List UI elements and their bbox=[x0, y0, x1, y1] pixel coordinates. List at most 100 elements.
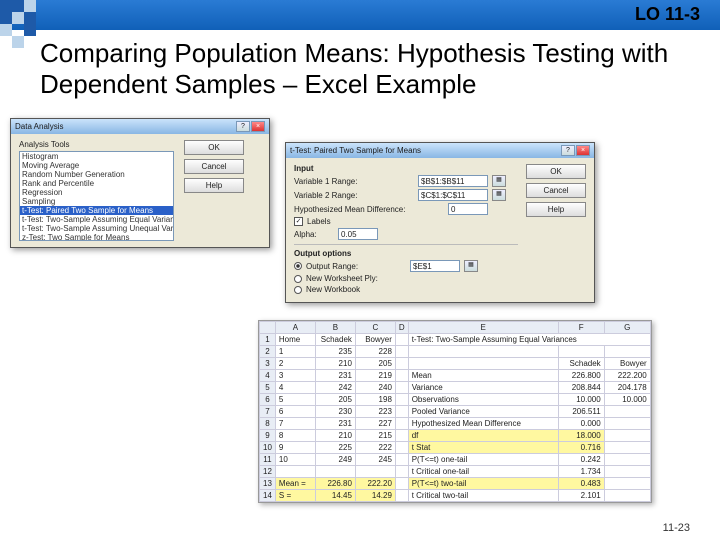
list-item[interactable]: Regression bbox=[20, 188, 173, 197]
cell[interactable]: Variance bbox=[408, 382, 558, 394]
cell[interactable]: 204.178 bbox=[604, 382, 650, 394]
help-button[interactable]: Help bbox=[184, 178, 244, 193]
cell[interactable]: 206.511 bbox=[558, 406, 604, 418]
cell[interactable] bbox=[604, 478, 650, 490]
cell[interactable]: 205 bbox=[355, 358, 395, 370]
cell[interactable]: t-Test: Two-Sample Assuming Equal Varian… bbox=[408, 334, 650, 346]
radio-output-range[interactable] bbox=[294, 262, 302, 270]
cell[interactable]: 242 bbox=[315, 382, 355, 394]
cell[interactable]: 10.000 bbox=[604, 394, 650, 406]
cell[interactable]: 1 bbox=[275, 346, 315, 358]
cell[interactable]: df bbox=[408, 430, 558, 442]
cancel-button[interactable]: Cancel bbox=[184, 159, 244, 174]
cell[interactable] bbox=[395, 382, 408, 394]
cell[interactable]: 222.200 bbox=[604, 370, 650, 382]
labels-checkbox[interactable]: ✓ bbox=[294, 217, 303, 226]
cell[interactable] bbox=[395, 334, 408, 346]
cell[interactable]: Mean = bbox=[275, 478, 315, 490]
cell[interactable] bbox=[395, 358, 408, 370]
cell[interactable] bbox=[315, 466, 355, 478]
cell[interactable]: t Critical one-tail bbox=[408, 466, 558, 478]
cell[interactable]: 228 bbox=[355, 346, 395, 358]
cell[interactable] bbox=[604, 406, 650, 418]
cell[interactable] bbox=[604, 466, 650, 478]
cell[interactable]: 6 bbox=[275, 406, 315, 418]
cell[interactable] bbox=[604, 346, 650, 358]
cell[interactable]: 18.000 bbox=[558, 430, 604, 442]
cell[interactable]: 208.844 bbox=[558, 382, 604, 394]
radio-new-ply[interactable] bbox=[294, 275, 302, 283]
cell[interactable]: 240 bbox=[355, 382, 395, 394]
cell[interactable]: Bowyer bbox=[355, 334, 395, 346]
cell[interactable]: 14.45 bbox=[315, 490, 355, 502]
cell[interactable]: 205 bbox=[315, 394, 355, 406]
cell[interactable]: 7 bbox=[275, 418, 315, 430]
cell[interactable]: 222.20 bbox=[355, 478, 395, 490]
cell[interactable] bbox=[395, 418, 408, 430]
cell[interactable] bbox=[275, 466, 315, 478]
cell[interactable]: Schadek bbox=[558, 358, 604, 370]
analysis-tools-list[interactable]: HistogramMoving AverageRandom Number Gen… bbox=[19, 151, 174, 241]
cell[interactable]: 10 bbox=[275, 454, 315, 466]
alpha-input[interactable]: 0.05 bbox=[338, 228, 378, 240]
cell[interactable]: 14.29 bbox=[355, 490, 395, 502]
cell[interactable]: 215 bbox=[355, 430, 395, 442]
list-item[interactable]: Random Number Generation bbox=[20, 170, 173, 179]
cell[interactable]: 1.734 bbox=[558, 466, 604, 478]
list-item[interactable]: t-Test: Paired Two Sample for Means bbox=[20, 206, 173, 215]
cell[interactable]: 227 bbox=[355, 418, 395, 430]
cell[interactable]: 3 bbox=[275, 370, 315, 382]
cell[interactable]: 0.242 bbox=[558, 454, 604, 466]
help-icon[interactable]: ? bbox=[236, 121, 250, 132]
cell[interactable]: 225 bbox=[315, 442, 355, 454]
cell[interactable]: 210 bbox=[315, 358, 355, 370]
cell[interactable]: P(T<=t) one-tail bbox=[408, 454, 558, 466]
cell[interactable]: 230 bbox=[315, 406, 355, 418]
cell[interactable] bbox=[395, 394, 408, 406]
cell[interactable]: 245 bbox=[355, 454, 395, 466]
list-item[interactable]: Rank and Percentile bbox=[20, 179, 173, 188]
cell[interactable]: Observations bbox=[408, 394, 558, 406]
cell[interactable] bbox=[604, 490, 650, 502]
list-item[interactable]: Moving Average bbox=[20, 161, 173, 170]
cell[interactable] bbox=[604, 430, 650, 442]
cell[interactable] bbox=[408, 358, 558, 370]
cell[interactable] bbox=[604, 442, 650, 454]
cell[interactable] bbox=[395, 430, 408, 442]
close-icon[interactable]: × bbox=[251, 121, 265, 132]
cell[interactable]: t Stat bbox=[408, 442, 558, 454]
cell[interactable] bbox=[355, 466, 395, 478]
cell[interactable]: 231 bbox=[315, 370, 355, 382]
cell[interactable]: 210 bbox=[315, 430, 355, 442]
cell[interactable]: 0.483 bbox=[558, 478, 604, 490]
list-item[interactable]: Histogram bbox=[20, 152, 173, 161]
var2-input[interactable]: $C$1:$C$11 bbox=[418, 189, 488, 201]
cell[interactable]: P(T<=t) two-tail bbox=[408, 478, 558, 490]
cell[interactable] bbox=[395, 406, 408, 418]
cell[interactable]: 235 bbox=[315, 346, 355, 358]
help-button[interactable]: Help bbox=[526, 202, 586, 217]
cell[interactable] bbox=[558, 346, 604, 358]
cell[interactable]: 8 bbox=[275, 430, 315, 442]
cell[interactable]: Schadek bbox=[315, 334, 355, 346]
cell[interactable]: 0.000 bbox=[558, 418, 604, 430]
list-item[interactable]: Sampling bbox=[20, 197, 173, 206]
cell[interactable]: 249 bbox=[315, 454, 355, 466]
cell[interactable]: 223 bbox=[355, 406, 395, 418]
cell[interactable]: 222 bbox=[355, 442, 395, 454]
cancel-button[interactable]: Cancel bbox=[526, 183, 586, 198]
cell[interactable]: 2 bbox=[275, 358, 315, 370]
cell[interactable] bbox=[395, 370, 408, 382]
cell[interactable]: t Critical two-tail bbox=[408, 490, 558, 502]
cell[interactable]: 0.716 bbox=[558, 442, 604, 454]
close-icon[interactable]: × bbox=[576, 145, 590, 156]
list-item[interactable]: z-Test: Two Sample for Means bbox=[20, 233, 173, 241]
cell[interactable] bbox=[395, 478, 408, 490]
cell[interactable]: Pooled Variance bbox=[408, 406, 558, 418]
hmd-input[interactable]: 0 bbox=[448, 203, 488, 215]
ok-button[interactable]: OK bbox=[526, 164, 586, 179]
cell[interactable]: 226.800 bbox=[558, 370, 604, 382]
cell[interactable]: 2.101 bbox=[558, 490, 604, 502]
cell[interactable] bbox=[604, 454, 650, 466]
cell[interactable]: 10.000 bbox=[558, 394, 604, 406]
